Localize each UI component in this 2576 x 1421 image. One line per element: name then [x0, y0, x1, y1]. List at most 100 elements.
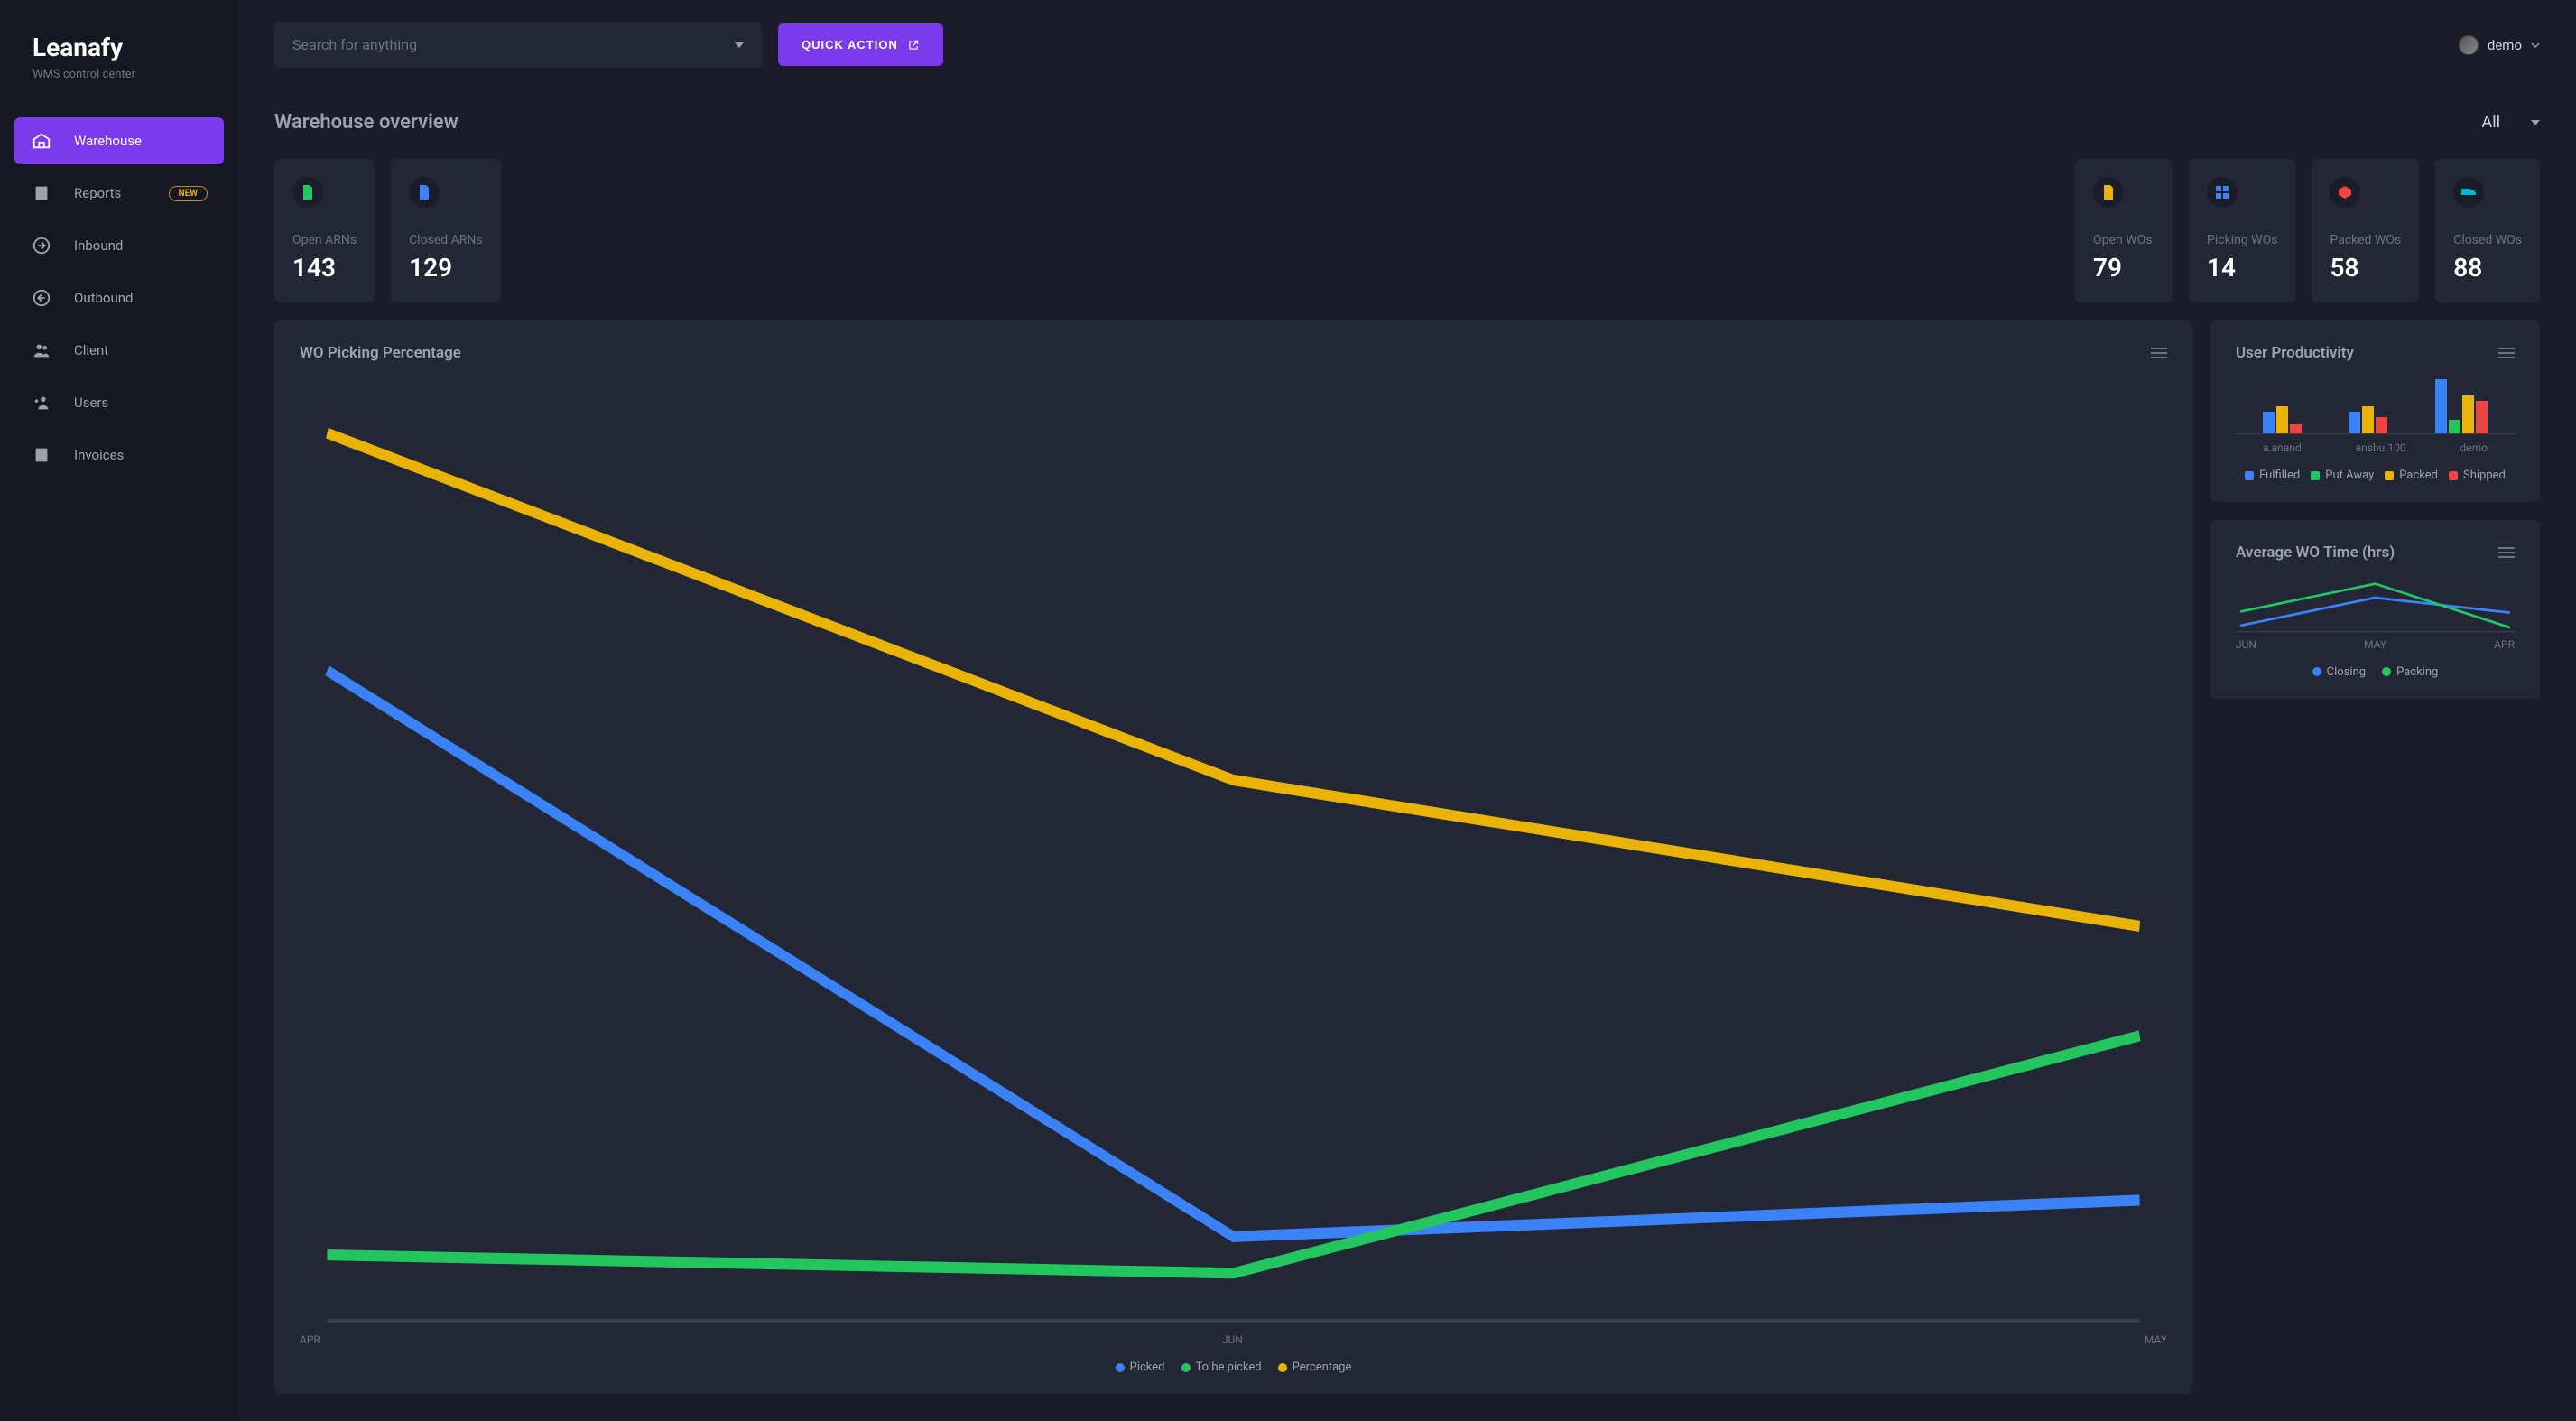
warehouse-icon	[31, 130, 52, 152]
new-badge: NEW	[169, 186, 208, 201]
legend-label: To be picked	[1196, 1361, 1262, 1374]
stat-label: Closed ARNs	[409, 233, 483, 247]
legend-label: Fulfilled	[2259, 469, 2300, 482]
chart-menu-icon[interactable]	[2151, 348, 2167, 358]
chart-title: Average WO Time (hrs)	[2236, 543, 2395, 562]
stat-value: 129	[409, 253, 483, 283]
chart-plot	[300, 378, 2167, 1328]
legend-label: Closing	[2327, 665, 2366, 679]
legend-swatch	[2449, 471, 2458, 480]
grid-icon	[2207, 177, 2238, 208]
sidebar: Leanafy WMS control center Warehouse Rep…	[0, 0, 238, 1421]
stat-value: 79	[2093, 253, 2154, 283]
x-axis: APR JUN MAY	[300, 1333, 2167, 1346]
chart-legend: Closing Packing	[2236, 665, 2515, 679]
legend-label: Packing	[2396, 665, 2438, 679]
stat-value: 88	[2453, 253, 2522, 283]
sidebar-item-label: Invoices	[74, 447, 124, 463]
axis-tick: JUN	[2236, 638, 2256, 651]
chart-menu-icon[interactable]	[2498, 348, 2515, 358]
legend-label: Picked	[1130, 1361, 1165, 1374]
axis-tick: MAY	[2364, 638, 2386, 651]
box-icon	[2330, 177, 2360, 208]
chevron-down-icon	[2531, 41, 2540, 50]
search-placeholder: Search for anything	[292, 36, 417, 53]
sidebar-item-reports[interactable]: Reports NEW	[14, 170, 224, 217]
x-axis: JUN MAY APR	[2236, 638, 2515, 651]
sidebar-item-label: Outbound	[74, 290, 134, 306]
chart-wo-picking: WO Picking Percentage APR JUN MAY	[274, 320, 2192, 1394]
stat-value: 58	[2330, 253, 2401, 283]
outbound-icon	[31, 287, 52, 309]
stat-value: 143	[292, 253, 357, 283]
bar-chart	[2236, 378, 2515, 434]
chart-legend: Picked To be picked Percentage	[300, 1361, 2167, 1374]
inbound-icon	[31, 235, 52, 256]
sidebar-item-users[interactable]: Users	[14, 379, 224, 426]
main-content: Search for anything Quick Action demo Wa…	[238, 0, 2576, 1421]
filter-value: All	[2482, 113, 2501, 132]
legend-swatch	[2385, 471, 2394, 480]
sidebar-item-label: Users	[74, 395, 108, 411]
stat-value: 14	[2207, 253, 2277, 283]
sidebar-item-label: Reports	[74, 185, 121, 201]
sidebar-item-outbound[interactable]: Outbound	[14, 274, 224, 321]
reports-icon	[31, 182, 52, 204]
sidebar-item-label: Warehouse	[74, 133, 142, 149]
brand-title: Leanafy	[32, 33, 224, 62]
stat-label: Closed WOs	[2453, 233, 2522, 247]
legend-swatch	[2312, 667, 2321, 676]
user-menu[interactable]: demo	[2459, 35, 2540, 55]
sidebar-item-label: Inbound	[74, 237, 123, 254]
chart-user-productivity: User Productivity	[2210, 320, 2540, 502]
overview-title: Warehouse overview	[274, 111, 459, 134]
axis-tick: demo	[2460, 441, 2488, 454]
stat-closed-wos[interactable]: Closed WOs 88	[2435, 159, 2540, 302]
chevron-down-icon	[735, 42, 744, 48]
invoice-icon	[31, 444, 52, 466]
stat-row: Open ARNs 143 Closed ARNs 129 Open WOs 7…	[274, 159, 2540, 302]
stat-closed-arns[interactable]: Closed ARNs 129	[391, 159, 501, 302]
axis-tick: APR	[2494, 638, 2515, 651]
avatar	[2459, 35, 2479, 55]
client-icon	[31, 339, 52, 361]
chart-title: User Productivity	[2236, 344, 2354, 362]
stat-label: Open ARNs	[292, 233, 357, 247]
sidebar-item-inbound[interactable]: Inbound	[14, 222, 224, 269]
stat-open-arns[interactable]: Open ARNs 143	[274, 159, 375, 302]
file-icon	[409, 177, 440, 208]
sidebar-item-label: Client	[74, 342, 108, 358]
truck-icon	[2453, 177, 2484, 208]
overview-filter[interactable]: All	[2482, 113, 2541, 132]
legend-label: Percentage	[1293, 1361, 1352, 1374]
stat-packed-wos[interactable]: Packed WOs 58	[2312, 159, 2419, 302]
axis-tick: anshu.100	[2356, 441, 2406, 454]
users-icon	[31, 392, 52, 413]
chart-legend: Fulfilled Put Away Packed Shipped	[2236, 469, 2515, 482]
legend-swatch	[1181, 1363, 1191, 1372]
topbar: Search for anything Quick Action demo	[274, 22, 2540, 68]
legend-swatch	[2311, 471, 2320, 480]
legend-label: Put Away	[2325, 469, 2374, 482]
charts-grid: WO Picking Percentage APR JUN MAY	[274, 320, 2540, 1394]
chart-avg-wo-time: Average WO Time (hrs) JUN MAY APR	[2210, 520, 2540, 699]
brand-subtitle: WMS control center	[32, 68, 224, 81]
sidebar-item-client[interactable]: Client	[14, 327, 224, 374]
user-name: demo	[2488, 37, 2522, 53]
sidebar-item-warehouse[interactable]: Warehouse	[14, 117, 224, 164]
file-icon	[2093, 177, 2124, 208]
stat-open-wos[interactable]: Open WOs 79	[2075, 159, 2173, 302]
chart-menu-icon[interactable]	[2498, 547, 2515, 558]
chart-title: WO Picking Percentage	[300, 344, 461, 362]
sidebar-item-invoices[interactable]: Invoices	[14, 432, 224, 478]
legend-swatch	[1116, 1363, 1125, 1372]
axis-tick: JUN	[1222, 1333, 1243, 1346]
stat-picking-wos[interactable]: Picking WOs 14	[2189, 159, 2295, 302]
search-input[interactable]: Search for anything	[274, 22, 762, 68]
legend-label: Shipped	[2463, 469, 2506, 482]
file-icon	[292, 177, 323, 208]
overview-header: Warehouse overview All	[274, 111, 2540, 134]
legend-label: Packed	[2399, 469, 2438, 482]
quick-action-button[interactable]: Quick Action	[778, 23, 943, 66]
legend-swatch	[2382, 667, 2391, 676]
